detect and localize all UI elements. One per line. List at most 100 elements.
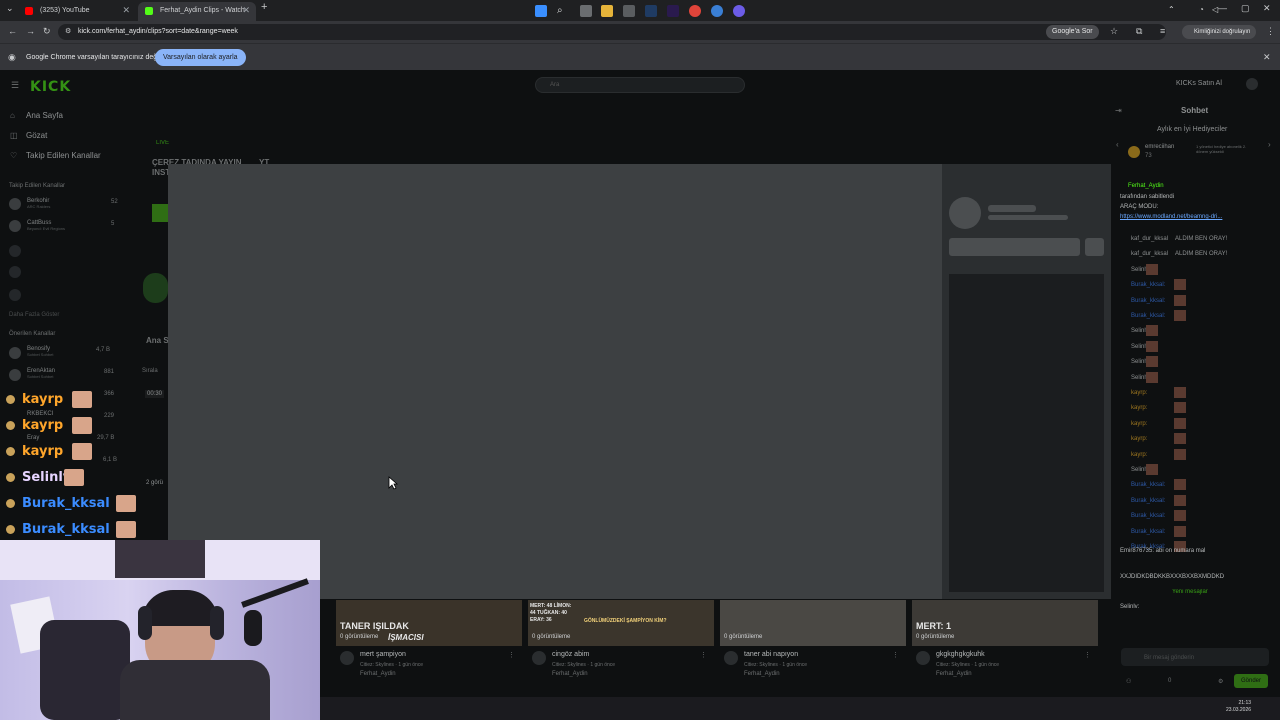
follow-button[interactable] xyxy=(152,204,168,222)
extensions-icon[interactable]: ⧉ xyxy=(1136,26,1142,37)
gifter-count: 73 xyxy=(1145,153,1152,159)
avatar[interactable] xyxy=(724,651,738,665)
close-infobar-icon[interactable]: ✕ xyxy=(1263,52,1271,63)
followed-channel[interactable]: Berkohir ARC Raiders xyxy=(27,198,50,209)
recommended-channel[interactable]: ErenAktan Sohbet Sohbet xyxy=(27,368,55,379)
reload-icon[interactable]: ↻ xyxy=(43,26,51,37)
pinned-link[interactable]: https://www.modland.net/beamng-dri... xyxy=(1120,214,1222,220)
close-tab-icon[interactable]: ✕ xyxy=(122,2,130,19)
maximize-icon[interactable]: ▢ xyxy=(1241,3,1250,14)
clip-channel[interactable]: Ferhat_Aydin xyxy=(360,671,396,677)
discord-icon[interactable] xyxy=(733,5,745,17)
photoshop-icon[interactable] xyxy=(645,5,657,17)
avatar[interactable] xyxy=(916,651,930,665)
clip-modal-player[interactable] xyxy=(168,164,942,599)
chat-input[interactable]: Bir mesaj gönderin xyxy=(1144,655,1194,661)
live-badge: LIVE xyxy=(156,140,170,146)
chat-user: Burak_kksal: xyxy=(1131,498,1166,504)
overlay-chat-username: Burak_kksal xyxy=(22,522,110,537)
tab-search-icon[interactable]: ⌄ xyxy=(6,3,14,14)
taskbar-clock[interactable]: 21:13 23.03.2026 xyxy=(1226,700,1251,714)
nav-following[interactable]: Takip Edilen Kanallar xyxy=(26,151,101,160)
hamburger-icon[interactable]: ☰ xyxy=(11,80,19,91)
buy-kicks-button[interactable]: KICKs Satın Al xyxy=(1176,80,1222,87)
emote-image xyxy=(116,495,136,512)
more-options-icon[interactable]: ⋮ xyxy=(508,651,515,659)
kick-icon xyxy=(145,7,153,15)
task-view-icon[interactable] xyxy=(580,5,592,17)
app-icon[interactable] xyxy=(711,5,723,17)
set-default-button[interactable]: Varsayılan olarak ayarla xyxy=(155,49,246,66)
settings-icon[interactable]: ⚙ xyxy=(1218,678,1223,685)
emote-image xyxy=(1146,264,1158,275)
avatar[interactable] xyxy=(532,651,546,665)
new-messages-button[interactable]: Yeni mesajlar xyxy=(1172,589,1208,595)
more-options-icon[interactable]: ⋮ xyxy=(700,651,707,659)
kicks-count: 0 xyxy=(1168,678,1172,684)
clip-title[interactable]: cingöz abim xyxy=(552,651,589,658)
url-text[interactable]: kick.com/ferhat_aydin/clips?sort=date&ra… xyxy=(78,28,238,35)
clip-title[interactable]: gkgkghgkgkuhk xyxy=(936,651,985,658)
bookmark-star-icon[interactable]: ☆ xyxy=(1110,26,1118,37)
recommended-channel[interactable]: Eray xyxy=(27,435,39,441)
start-icon[interactable] xyxy=(535,5,547,17)
chat-user: kaf_dur_kksal xyxy=(1131,251,1169,257)
collapse-chat-icon[interactable]: ⇥ xyxy=(1115,106,1122,115)
tab-kick-clips[interactable]: Ferhat_Aydin Clips - Watch ✕ xyxy=(138,2,256,21)
premiere-icon[interactable] xyxy=(667,5,679,17)
tab-title: Ferhat_Aydin Clips - Watch xyxy=(160,7,245,14)
tab-title: (3253) YouTube xyxy=(40,7,90,14)
volume-icon[interactable]: ◁ xyxy=(1212,5,1224,17)
close-window-icon[interactable]: ✕ xyxy=(1263,3,1271,14)
clip-meta: Citiez: Skylines · 1 gün önce xyxy=(360,662,424,668)
more-options-icon[interactable]: ⋮ xyxy=(1084,651,1091,659)
windows-taskbar xyxy=(320,697,1280,720)
verify-identity-button[interactable]: Kimliğinizi doğrulayın xyxy=(1182,25,1257,39)
new-tab-button[interactable]: + xyxy=(261,1,267,13)
file-explorer-icon[interactable] xyxy=(601,5,613,17)
show-more-link[interactable]: Daha Fazla Göster xyxy=(9,312,59,318)
close-tab-icon[interactable]: ✕ xyxy=(242,2,250,19)
clip-title[interactable]: mert şampiyon xyxy=(360,651,406,658)
nav-home[interactable]: Ana Sayfa xyxy=(26,111,63,120)
forward-icon[interactable]: → xyxy=(26,26,35,36)
clip-channel[interactable]: Ferhat_Aydin xyxy=(744,671,780,677)
menu-icon[interactable]: ⋮ xyxy=(1266,26,1275,37)
emote-image xyxy=(116,521,136,538)
chat-user: kayrp: xyxy=(1131,421,1148,427)
clip-channel[interactable]: Ferhat_Aydin xyxy=(552,671,588,677)
avatar xyxy=(1128,146,1140,158)
chevron-right-icon[interactable]: › xyxy=(1268,140,1271,149)
recommended-channel[interactable]: Benosify Sohbet Sohbet xyxy=(27,346,53,357)
avatar[interactable] xyxy=(340,651,354,665)
more-options-icon[interactable]: ⋮ xyxy=(892,651,899,659)
wifi-icon[interactable]: ◔ xyxy=(1199,5,1211,17)
back-icon[interactable]: ← xyxy=(8,26,17,36)
media-controls-icon[interactable]: ≡ xyxy=(1160,26,1165,36)
chrome-icon[interactable] xyxy=(689,5,701,17)
nav-browse[interactable]: Gözat xyxy=(26,131,47,140)
send-button[interactable]: Gönder xyxy=(1234,674,1268,688)
search-icon[interactable]: ⌕ xyxy=(557,5,569,17)
chair xyxy=(40,620,130,720)
emote-image xyxy=(72,417,92,434)
avatar xyxy=(9,347,21,359)
tray-chevron-icon[interactable]: ⌃ xyxy=(1168,5,1180,17)
clip-channel[interactable]: Ferhat_Aydin xyxy=(936,671,972,677)
avatar xyxy=(9,198,21,210)
chat-text: ALDIM BEN ORAY! xyxy=(1175,251,1228,257)
site-info-icon[interactable]: ⚙ xyxy=(65,27,71,35)
google-ask-button[interactable]: Google'a Sor xyxy=(1046,25,1099,39)
avatar[interactable] xyxy=(1246,78,1258,90)
search-input[interactable]: Ara xyxy=(535,77,745,93)
spam-message: XXJDIDKDBDKKBXXXBXXBXMDDKD xyxy=(1120,574,1225,580)
overlay-chat-username: kayrp xyxy=(22,392,64,407)
kick-logo[interactable]: KICK xyxy=(30,79,71,95)
tab-youtube[interactable]: (3253) YouTube ✕ xyxy=(18,2,136,21)
chevron-left-icon[interactable]: ‹ xyxy=(1116,140,1119,149)
recommended-channel[interactable]: RKBEKCI xyxy=(27,411,53,417)
users-icon[interactable]: ⚇ xyxy=(1126,678,1131,685)
app-icon[interactable] xyxy=(623,5,635,17)
clip-title[interactable]: taner abi napıyon xyxy=(744,651,798,658)
followed-channel[interactable]: CattBuss Beyond: Evil Regions xyxy=(27,220,65,231)
